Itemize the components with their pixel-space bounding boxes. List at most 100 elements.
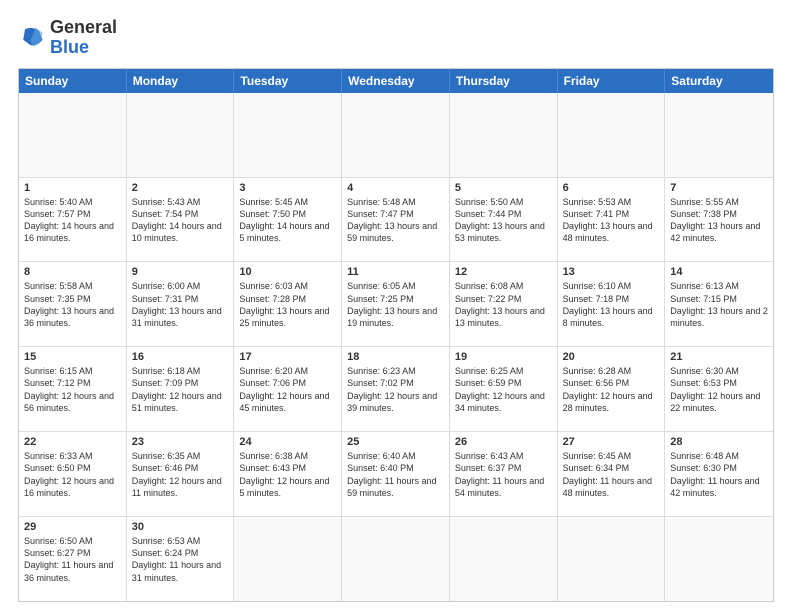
cell-details: Sunrise: 6:28 AM Sunset: 6:56 PM Dayligh… (563, 365, 660, 414)
cell-details: Sunrise: 6:45 AM Sunset: 6:34 PM Dayligh… (563, 450, 660, 499)
calendar-row-4: 22 Sunrise: 6:33 AM Sunset: 6:50 PM Dayli… (19, 431, 773, 516)
cell-details: Sunrise: 5:45 AM Sunset: 7:50 PM Dayligh… (239, 196, 336, 245)
day-number: 4 (347, 182, 444, 194)
calendar-cell-day-19: 19Sunrise: 6:25 AM Sunset: 6:59 PM Dayli… (450, 347, 558, 431)
calendar-cell-day-28: 28Sunrise: 6:48 AM Sunset: 6:30 PM Dayli… (665, 432, 773, 516)
logo: General Blue (18, 18, 117, 58)
logo-blue: Blue (50, 37, 89, 57)
day-number: 18 (347, 351, 444, 363)
weekday-header-sunday: Sunday (19, 69, 127, 93)
weekday-header-friday: Friday (558, 69, 666, 93)
calendar-header: SundayMondayTuesdayWednesdayThursdayFrid… (19, 69, 773, 93)
day-number: 5 (455, 182, 552, 194)
calendar-body: 1Sunrise: 5:40 AM Sunset: 7:57 PM Daylig… (19, 93, 773, 601)
calendar-cell-day-4: 4 Sunrise: 5:48 AM Sunset: 7:47 PM Daylig… (342, 178, 450, 262)
calendar-cell-day-21: 21 Sunrise: 6:30 AM Sunset: 6:53 PM Dayli… (665, 347, 773, 431)
page-header: General Blue (18, 18, 774, 58)
day-number: 11 (347, 266, 444, 278)
calendar-cell-day-16: 16 Sunrise: 6:18 AM Sunset: 7:09 PM Dayli… (127, 347, 235, 431)
day-number: 13 (563, 266, 660, 278)
calendar-cell-day-12: 12Sunrise: 6:08 AM Sunset: 7:22 PM Dayli… (450, 262, 558, 346)
cell-details: Sunrise: 5:43 AM Sunset: 7:54 PM Dayligh… (132, 196, 229, 245)
calendar-cell-day-6: 6Sunrise: 5:53 AM Sunset: 7:41 PM Daylig… (558, 178, 666, 262)
cell-details: Sunrise: 6:13 AM Sunset: 7:15 PM Dayligh… (670, 280, 768, 329)
calendar-cell-day-27: 27Sunrise: 6:45 AM Sunset: 6:34 PM Dayli… (558, 432, 666, 516)
cell-details: Sunrise: 5:55 AM Sunset: 7:38 PM Dayligh… (670, 196, 768, 245)
logo-general: General (50, 17, 117, 37)
cell-details: Sunrise: 6:03 AM Sunset: 7:28 PM Dayligh… (239, 280, 336, 329)
day-number: 29 (24, 521, 121, 533)
day-number: 1 (24, 182, 121, 194)
calendar-cell-empty (19, 93, 127, 177)
calendar-cell-empty (665, 517, 773, 601)
calendar-cell-day-20: 20 Sunrise: 6:28 AM Sunset: 6:56 PM Dayli… (558, 347, 666, 431)
calendar-cell-day-26: 26 Sunrise: 6:43 AM Sunset: 6:37 PM Dayli… (450, 432, 558, 516)
calendar-cell-day-14: 14 Sunrise: 6:13 AM Sunset: 7:15 PM Dayli… (665, 262, 773, 346)
calendar-row-2: 8 Sunrise: 5:58 AM Sunset: 7:35 PM Daylig… (19, 261, 773, 346)
day-number: 9 (132, 266, 229, 278)
weekday-header-wednesday: Wednesday (342, 69, 450, 93)
day-number: 2 (132, 182, 229, 194)
cell-details: Sunrise: 6:10 AM Sunset: 7:18 PM Dayligh… (563, 280, 660, 329)
calendar-cell-empty (450, 93, 558, 177)
day-number: 30 (132, 521, 229, 533)
day-number: 7 (670, 182, 768, 194)
day-number: 3 (239, 182, 336, 194)
day-number: 22 (24, 436, 121, 448)
cell-details: Sunrise: 6:30 AM Sunset: 6:53 PM Dayligh… (670, 365, 768, 414)
day-number: 26 (455, 436, 552, 448)
day-number: 8 (24, 266, 121, 278)
calendar-cell-day-10: 10Sunrise: 6:03 AM Sunset: 7:28 PM Dayli… (234, 262, 342, 346)
calendar-cell-day-15: 15Sunrise: 6:15 AM Sunset: 7:12 PM Dayli… (19, 347, 127, 431)
calendar-row-5: 29 Sunrise: 6:50 AM Sunset: 6:27 PM Dayli… (19, 516, 773, 601)
calendar-cell-day-30: 30 Sunrise: 6:53 AM Sunset: 6:24 PM Dayli… (127, 517, 235, 601)
calendar-cell-day-25: 25Sunrise: 6:40 AM Sunset: 6:40 PM Dayli… (342, 432, 450, 516)
cell-details: Sunrise: 6:53 AM Sunset: 6:24 PM Dayligh… (132, 535, 229, 584)
calendar-cell-day-3: 3 Sunrise: 5:45 AM Sunset: 7:50 PM Daylig… (234, 178, 342, 262)
cell-details: Sunrise: 6:50 AM Sunset: 6:27 PM Dayligh… (24, 535, 121, 584)
calendar-cell-day-23: 23Sunrise: 6:35 AM Sunset: 6:46 PM Dayli… (127, 432, 235, 516)
calendar-cell-day-1: 1Sunrise: 5:40 AM Sunset: 7:57 PM Daylig… (19, 178, 127, 262)
day-number: 14 (670, 266, 768, 278)
calendar-cell-day-2: 2 Sunrise: 5:43 AM Sunset: 7:54 PM Daylig… (127, 178, 235, 262)
cell-details: Sunrise: 6:05 AM Sunset: 7:25 PM Dayligh… (347, 280, 444, 329)
calendar-cell-empty (665, 93, 773, 177)
logo-icon (18, 24, 46, 52)
day-number: 17 (239, 351, 336, 363)
day-number: 24 (239, 436, 336, 448)
cell-details: Sunrise: 5:53 AM Sunset: 7:41 PM Dayligh… (563, 196, 660, 245)
calendar-cell-day-13: 13 Sunrise: 6:10 AM Sunset: 7:18 PM Dayli… (558, 262, 666, 346)
calendar-cell-empty (342, 93, 450, 177)
cell-details: Sunrise: 6:43 AM Sunset: 6:37 PM Dayligh… (455, 450, 552, 499)
cell-details: Sunrise: 6:38 AM Sunset: 6:43 PM Dayligh… (239, 450, 336, 499)
calendar-cell-day-8: 8 Sunrise: 5:58 AM Sunset: 7:35 PM Daylig… (19, 262, 127, 346)
cell-details: Sunrise: 6:18 AM Sunset: 7:09 PM Dayligh… (132, 365, 229, 414)
cell-details: Sunrise: 6:35 AM Sunset: 6:46 PM Dayligh… (132, 450, 229, 499)
cell-details: Sunrise: 6:00 AM Sunset: 7:31 PM Dayligh… (132, 280, 229, 329)
day-number: 21 (670, 351, 768, 363)
weekday-header-tuesday: Tuesday (234, 69, 342, 93)
cell-details: Sunrise: 5:58 AM Sunset: 7:35 PM Dayligh… (24, 280, 121, 329)
cell-details: Sunrise: 6:25 AM Sunset: 6:59 PM Dayligh… (455, 365, 552, 414)
weekday-header-thursday: Thursday (450, 69, 558, 93)
calendar-cell-day-5: 5Sunrise: 5:50 AM Sunset: 7:44 PM Daylig… (450, 178, 558, 262)
calendar-cell-empty (558, 517, 666, 601)
calendar: SundayMondayTuesdayWednesdayThursdayFrid… (18, 68, 774, 602)
cell-details: Sunrise: 6:33 AM Sunset: 6:50 PM Dayligh… (24, 450, 121, 499)
calendar-cell-day-7: 7 Sunrise: 5:55 AM Sunset: 7:38 PM Daylig… (665, 178, 773, 262)
calendar-cell-day-22: 22 Sunrise: 6:33 AM Sunset: 6:50 PM Dayli… (19, 432, 127, 516)
cell-details: Sunrise: 5:48 AM Sunset: 7:47 PM Dayligh… (347, 196, 444, 245)
day-number: 20 (563, 351, 660, 363)
calendar-cell-empty (450, 517, 558, 601)
day-number: 16 (132, 351, 229, 363)
day-number: 28 (670, 436, 768, 448)
weekday-header-monday: Monday (127, 69, 235, 93)
calendar-cell-empty (342, 517, 450, 601)
calendar-row-3: 15Sunrise: 6:15 AM Sunset: 7:12 PM Dayli… (19, 346, 773, 431)
calendar-row-0 (19, 93, 773, 177)
weekday-header-saturday: Saturday (665, 69, 773, 93)
calendar-cell-day-18: 18Sunrise: 6:23 AM Sunset: 7:02 PM Dayli… (342, 347, 450, 431)
day-number: 12 (455, 266, 552, 278)
calendar-cell-empty (127, 93, 235, 177)
calendar-cell-empty (234, 93, 342, 177)
